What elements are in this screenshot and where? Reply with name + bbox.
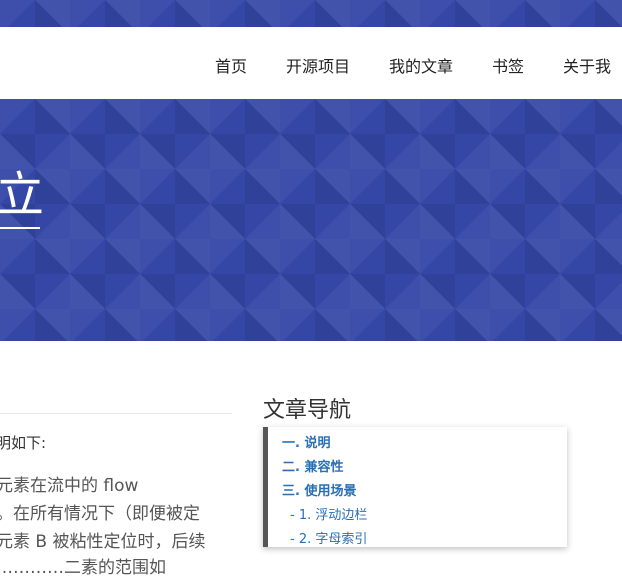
article-line: …………二素的范围如 xyxy=(0,558,166,578)
toc-item-floating-sidebar[interactable]: - 1. 浮动边栏 xyxy=(290,504,367,523)
article-line: 元素 B 被粘性定位时，后续 xyxy=(0,532,206,552)
toc-item-compatibility[interactable]: 二. 兼容性 xyxy=(282,456,343,475)
hero-title-underline xyxy=(0,227,40,229)
toc-item-description[interactable]: 一. 说明 xyxy=(282,432,330,451)
toc-heading: 文章导航 xyxy=(263,398,352,423)
table-of-contents: 一. 说明 二. 兼容性 三. 使用场景 - 1. 浮动边栏 - 2. 字母索引 xyxy=(263,427,567,547)
navbar: 首页 开源项目 我的文章 书签 关于我 xyxy=(0,27,622,99)
top-banner-strip xyxy=(0,0,622,27)
article-paragraph-intro: 明如下: xyxy=(0,434,47,452)
article-line: 元素在流中的 flow xyxy=(0,476,139,496)
toc-item-letter-index[interactable]: - 2. 字母索引 xyxy=(290,528,367,547)
nav-item-about[interactable]: 关于我 xyxy=(563,53,611,77)
toc-item-use-cases[interactable]: 三. 使用场景 xyxy=(282,480,356,499)
nav-item-home[interactable]: 首页 xyxy=(215,53,247,77)
hero-banner: 立 xyxy=(0,99,622,341)
content-divider xyxy=(0,413,232,414)
nav-item-open-source[interactable]: 开源项目 xyxy=(286,53,350,77)
hero-title: 立 xyxy=(0,167,45,223)
article-line: 。在所有情况下（即便被定 xyxy=(0,504,200,524)
nav-item-bookmarks[interactable]: 书签 xyxy=(492,53,524,77)
nav-item-my-articles[interactable]: 我的文章 xyxy=(389,53,453,77)
